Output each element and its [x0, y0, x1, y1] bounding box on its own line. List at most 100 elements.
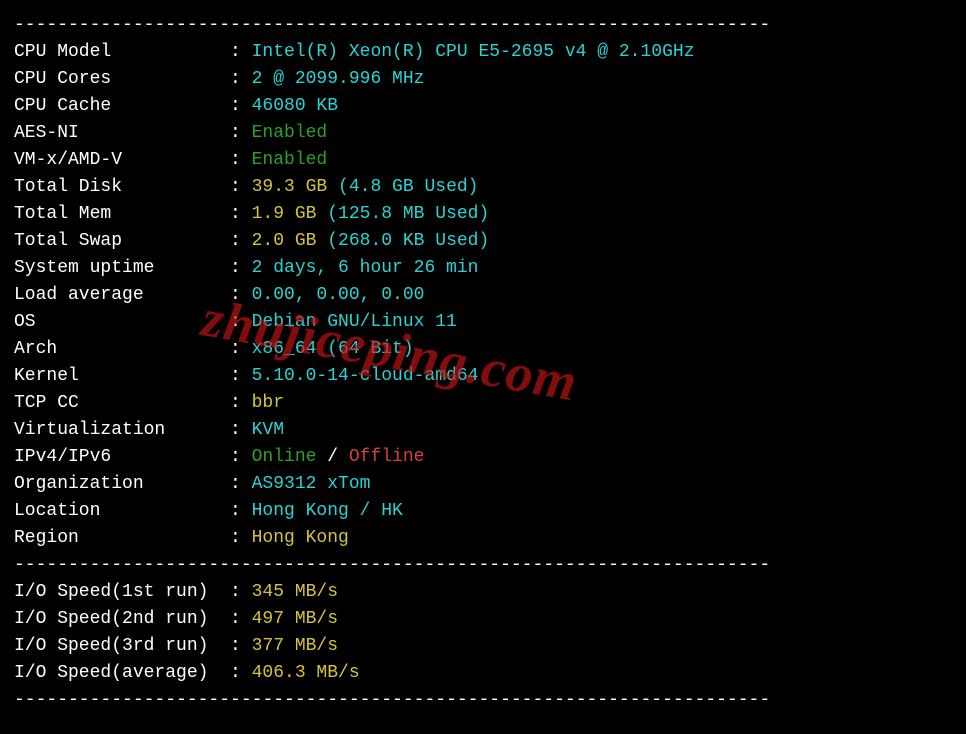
info-label: Region: [14, 525, 230, 552]
info-label: CPU Model: [14, 39, 230, 66]
info-value: 39.3 GB: [252, 174, 338, 201]
info-label: OS: [14, 309, 230, 336]
info-value: (4.8 GB Used): [338, 174, 478, 201]
info-label: I/O Speed(3rd run): [14, 633, 230, 660]
info-row: Total Disk: 39.3 GB (4.8 GB Used): [14, 174, 952, 201]
info-label: Organization: [14, 471, 230, 498]
colon-separator: :: [230, 390, 252, 417]
info-value: x86_64 (64 Bit): [252, 336, 414, 363]
info-value: AS9312 xTom: [252, 471, 371, 498]
info-label: TCP CC: [14, 390, 230, 417]
divider-bottom: ----------------------------------------…: [14, 687, 952, 714]
info-value: Hong Kong: [252, 525, 349, 552]
info-label: Kernel: [14, 363, 230, 390]
system-info-block: CPU Model: Intel(R) Xeon(R) CPU E5-2695 …: [14, 39, 952, 552]
info-row: CPU Model: Intel(R) Xeon(R) CPU E5-2695 …: [14, 39, 952, 66]
info-value: (125.8 MB Used): [327, 201, 489, 228]
colon-separator: :: [230, 498, 252, 525]
info-value: 2 @ 2099.996 MHz: [252, 66, 425, 93]
info-label: CPU Cache: [14, 93, 230, 120]
colon-separator: :: [230, 471, 252, 498]
info-value: Online: [252, 444, 317, 471]
info-row: Kernel: 5.10.0-14-cloud-amd64: [14, 363, 952, 390]
info-value: bbr: [252, 390, 284, 417]
divider-top: ----------------------------------------…: [14, 12, 952, 39]
terminal-output: ----------------------------------------…: [0, 0, 966, 726]
info-row: Total Mem: 1.9 GB (125.8 MB Used): [14, 201, 952, 228]
info-row: I/O Speed(2nd run): 497 MB/s: [14, 606, 952, 633]
info-label: Total Mem: [14, 201, 230, 228]
colon-separator: :: [230, 228, 252, 255]
colon-separator: :: [230, 120, 252, 147]
info-label: Load average: [14, 282, 230, 309]
info-row: OS: Debian GNU/Linux 11: [14, 309, 952, 336]
info-value: 345 MB/s: [252, 579, 338, 606]
info-value: Intel(R) Xeon(R) CPU E5-2695 v4 @ 2.10GH…: [252, 39, 695, 66]
info-value: 2.0 GB: [252, 228, 328, 255]
info-row: I/O Speed(3rd run): 377 MB/s: [14, 633, 952, 660]
info-row: TCP CC: bbr: [14, 390, 952, 417]
info-label: I/O Speed(average): [14, 660, 230, 687]
info-label: Location: [14, 498, 230, 525]
info-row: Organization: AS9312 xTom: [14, 471, 952, 498]
colon-separator: :: [230, 579, 252, 606]
colon-separator: :: [230, 660, 252, 687]
info-label: Arch: [14, 336, 230, 363]
colon-separator: :: [230, 282, 252, 309]
info-value: 1.9 GB: [252, 201, 328, 228]
info-label: AES-NI: [14, 120, 230, 147]
info-value: 406.3 MB/s: [252, 660, 360, 687]
info-label: VM-x/AMD-V: [14, 147, 230, 174]
colon-separator: :: [230, 201, 252, 228]
colon-separator: :: [230, 417, 252, 444]
colon-separator: :: [230, 336, 252, 363]
info-row: CPU Cores: 2 @ 2099.996 MHz: [14, 66, 952, 93]
info-row: AES-NI: Enabled: [14, 120, 952, 147]
info-value: 2 days, 6 hour 26 min: [252, 255, 479, 282]
info-value: KVM: [252, 417, 284, 444]
colon-separator: :: [230, 174, 252, 201]
info-row: Arch: x86_64 (64 Bit): [14, 336, 952, 363]
colon-separator: :: [230, 39, 252, 66]
info-value: Debian GNU/Linux 11: [252, 309, 457, 336]
info-row: I/O Speed(average): 406.3 MB/s: [14, 660, 952, 687]
colon-separator: :: [230, 633, 252, 660]
info-label: System uptime: [14, 255, 230, 282]
info-row: Virtualization: KVM: [14, 417, 952, 444]
info-value: Hong Kong / HK: [252, 498, 403, 525]
colon-separator: :: [230, 309, 252, 336]
colon-separator: :: [230, 606, 252, 633]
info-value: 5.10.0-14-cloud-amd64: [252, 363, 479, 390]
colon-separator: :: [230, 66, 252, 93]
info-row: Region: Hong Kong: [14, 525, 952, 552]
info-row: VM-x/AMD-V: Enabled: [14, 147, 952, 174]
info-row: I/O Speed(1st run): 345 MB/s: [14, 579, 952, 606]
info-value: 377 MB/s: [252, 633, 338, 660]
info-row: IPv4/IPv6: Online / Offline: [14, 444, 952, 471]
info-label: Total Disk: [14, 174, 230, 201]
info-row: CPU Cache: 46080 KB: [14, 93, 952, 120]
info-value: Enabled: [252, 120, 328, 147]
info-row: Load average: 0.00, 0.00, 0.00: [14, 282, 952, 309]
info-label: Virtualization: [14, 417, 230, 444]
info-value: Offline: [349, 444, 425, 471]
info-row: Total Swap: 2.0 GB (268.0 KB Used): [14, 228, 952, 255]
colon-separator: :: [230, 525, 252, 552]
info-label: CPU Cores: [14, 66, 230, 93]
colon-separator: :: [230, 255, 252, 282]
info-row: Location: Hong Kong / HK: [14, 498, 952, 525]
info-row: System uptime: 2 days, 6 hour 26 min: [14, 255, 952, 282]
info-label: Total Swap: [14, 228, 230, 255]
colon-separator: :: [230, 444, 252, 471]
io-speed-block: I/O Speed(1st run): 345 MB/sI/O Speed(2n…: [14, 579, 952, 687]
info-label: IPv4/IPv6: [14, 444, 230, 471]
colon-separator: :: [230, 363, 252, 390]
info-value: 46080 KB: [252, 93, 338, 120]
info-label: I/O Speed(2nd run): [14, 606, 230, 633]
divider-middle: ----------------------------------------…: [14, 552, 952, 579]
info-value: (268.0 KB Used): [327, 228, 489, 255]
info-value: 0.00, 0.00, 0.00: [252, 282, 425, 309]
info-label: I/O Speed(1st run): [14, 579, 230, 606]
colon-separator: :: [230, 147, 252, 174]
info-value: Enabled: [252, 147, 328, 174]
